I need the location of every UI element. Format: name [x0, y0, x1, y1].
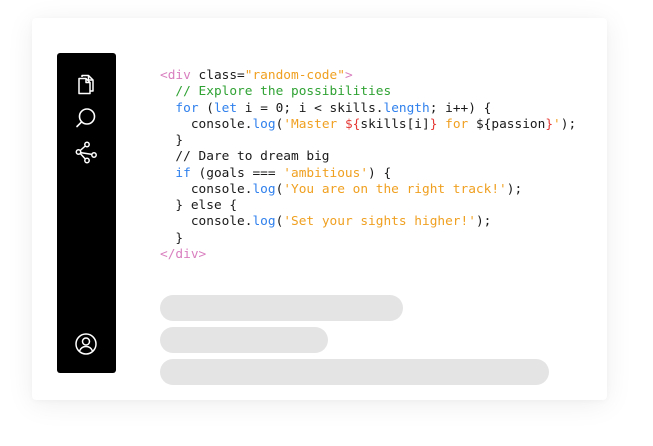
code-text: ); [506, 181, 523, 197]
code-text: skills[i] [360, 116, 430, 132]
code-line: } [160, 231, 576, 247]
code-line: console.log('You are on the right track!… [160, 182, 576, 198]
method-log: log [252, 116, 276, 132]
html-open-tag: <div [160, 68, 199, 83]
html-open-tag-end: > [344, 68, 353, 83]
code-text: console. [190, 181, 253, 197]
code-text: } [175, 133, 184, 148]
property-length: length [383, 100, 430, 116]
code-text: console. [190, 116, 253, 132]
code-string: 'Master [283, 116, 345, 132]
skeleton-bar [160, 295, 403, 321]
code-string: ' [553, 116, 561, 132]
code-line: } [160, 133, 576, 149]
code-text: i = 0; i < skills. [237, 100, 384, 116]
skeleton-bar [160, 359, 549, 385]
code-text: (goals === [190, 165, 284, 181]
method-log: log [252, 181, 276, 197]
code-line: </div> [160, 247, 576, 263]
code-line: // Explore the possibilities [160, 84, 576, 100]
code-text: ); [475, 214, 492, 230]
code-text: } [175, 230, 184, 246]
keyword-if: if [175, 165, 191, 181]
sidebar [57, 53, 116, 373]
template-interp-open: ${ [475, 116, 492, 132]
template-interp-close: } [545, 116, 554, 132]
code-line: <div class="random-code"> [160, 68, 576, 84]
user-icon[interactable] [74, 332, 98, 356]
code-line: if (goals === 'ambitious') { [160, 166, 576, 182]
code-string: for [437, 116, 476, 132]
code-text: ; i++) { [429, 100, 492, 116]
code-text: ) { [368, 165, 392, 181]
keyword-let: let [213, 100, 238, 116]
search-icon[interactable] [74, 106, 98, 130]
code-block: <div class="random-code"> // Explore the… [160, 68, 576, 263]
method-log: log [252, 214, 276, 230]
code-string: 'Set your sights higher!' [283, 214, 476, 230]
share-icon[interactable] [74, 140, 98, 164]
code-line: console.log('Master ${skills[i]} for ${p… [160, 117, 576, 133]
code-text: } else { [175, 198, 238, 213]
code-text: ); [560, 116, 577, 132]
code-line: for (let i = 0; i < skills.length; i++) … [160, 101, 576, 117]
code-string: 'ambitious' [283, 165, 369, 181]
code-text: ( [198, 100, 214, 116]
keyword-for: for [175, 100, 199, 116]
code-line: console.log('Set your sights higher!'); [160, 214, 576, 230]
html-close-tag: </div> [160, 246, 207, 262]
code-line: } else { [160, 198, 576, 214]
skeleton-bar [160, 327, 328, 353]
code-text: passion [491, 116, 546, 132]
template-interp-open: ${ [344, 116, 361, 132]
code-comment: // Explore the possibilities [175, 84, 392, 100]
code-line: // Dare to dream big [160, 149, 576, 165]
attr-name: class= [198, 68, 245, 83]
attr-value: "random-code" [244, 68, 345, 83]
code-text: // Dare to dream big [175, 149, 330, 165]
files-icon[interactable] [74, 72, 98, 96]
code-string: 'You are on the right track!' [283, 181, 507, 197]
code-text: console. [190, 214, 253, 230]
